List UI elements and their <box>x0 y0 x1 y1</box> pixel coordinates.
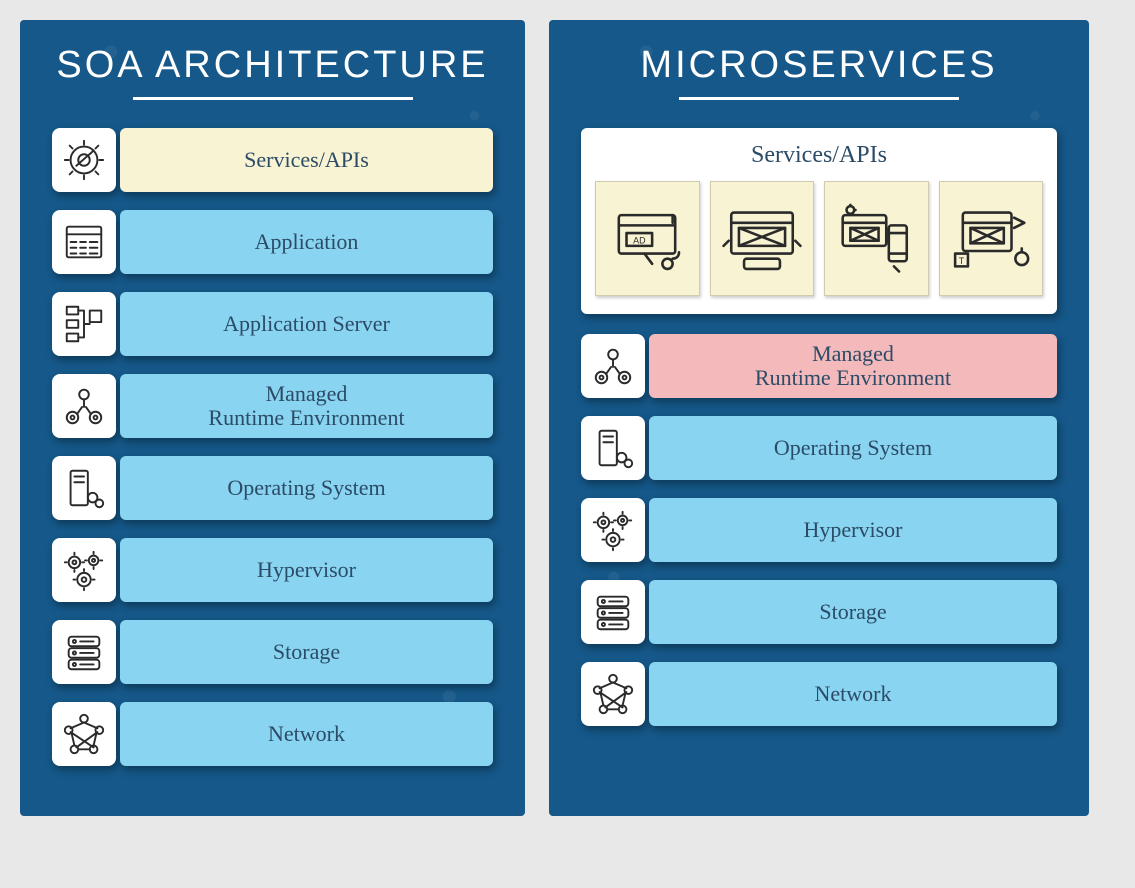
hypervisor-gears-icon <box>52 538 116 602</box>
soa-panel: SOA ARCHITECTURE Services/APIs Applicati… <box>20 20 525 816</box>
layer-label: Operating System <box>649 416 1057 480</box>
services-card: Services/APIs <box>581 128 1057 314</box>
app-window-icon <box>52 210 116 274</box>
tile-ad-icon <box>595 181 700 296</box>
ms-layer-storage: Storage <box>581 580 1057 644</box>
service-tiles-row <box>595 181 1043 296</box>
layer-label: Storage <box>649 580 1057 644</box>
architecture-comparison-diagram: SOA ARCHITECTURE Services/APIs Applicati… <box>20 20 1115 816</box>
title-underline <box>679 97 959 100</box>
layer-label: Hypervisor <box>120 538 493 602</box>
gear-wrench-icon <box>52 128 116 192</box>
soa-layer-appserver: Application Server <box>52 292 493 356</box>
runtime-icon <box>581 334 645 398</box>
soa-title: SOA ARCHITECTURE <box>52 44 493 87</box>
storage-drives-icon <box>581 580 645 644</box>
soa-layer-network: Network <box>52 702 493 766</box>
soa-layer-runtime: ManagedRuntime Environment <box>52 374 493 438</box>
os-tower-icon <box>52 456 116 520</box>
ms-layer-os: Operating System <box>581 416 1057 480</box>
layer-label: Network <box>649 662 1057 726</box>
layer-label: Operating System <box>120 456 493 520</box>
layer-label: Storage <box>120 620 493 684</box>
ms-layer-hypervisor: Hypervisor <box>581 498 1057 562</box>
layer-label: Network <box>120 702 493 766</box>
soa-layer-hypervisor: Hypervisor <box>52 538 493 602</box>
hypervisor-gears-icon <box>581 498 645 562</box>
layer-label: Application Server <box>120 292 493 356</box>
tile-wireframe-icon <box>710 181 815 296</box>
soa-layer-storage: Storage <box>52 620 493 684</box>
microservices-panel: MICROSERVICES Services/APIs ManagedRunti… <box>549 20 1089 816</box>
soa-layer-application: Application <box>52 210 493 274</box>
microservices-title: MICROSERVICES <box>581 44 1057 87</box>
tile-design-icon <box>939 181 1044 296</box>
server-nodes-icon <box>52 292 116 356</box>
tile-devices-icon <box>824 181 929 296</box>
network-graph-icon <box>52 702 116 766</box>
title-underline <box>133 97 413 100</box>
layer-label: Services/APIs <box>120 128 493 192</box>
ms-layer-runtime: ManagedRuntime Environment <box>581 334 1057 398</box>
layer-label: ManagedRuntime Environment <box>649 334 1057 398</box>
network-graph-icon <box>581 662 645 726</box>
runtime-icon <box>52 374 116 438</box>
soa-layer-services: Services/APIs <box>52 128 493 192</box>
layer-label: Application <box>120 210 493 274</box>
services-card-title: Services/APIs <box>595 142 1043 169</box>
layer-label: Hypervisor <box>649 498 1057 562</box>
soa-layer-os: Operating System <box>52 456 493 520</box>
os-tower-icon <box>581 416 645 480</box>
storage-drives-icon <box>52 620 116 684</box>
ms-layer-network: Network <box>581 662 1057 726</box>
layer-label: ManagedRuntime Environment <box>120 374 493 438</box>
